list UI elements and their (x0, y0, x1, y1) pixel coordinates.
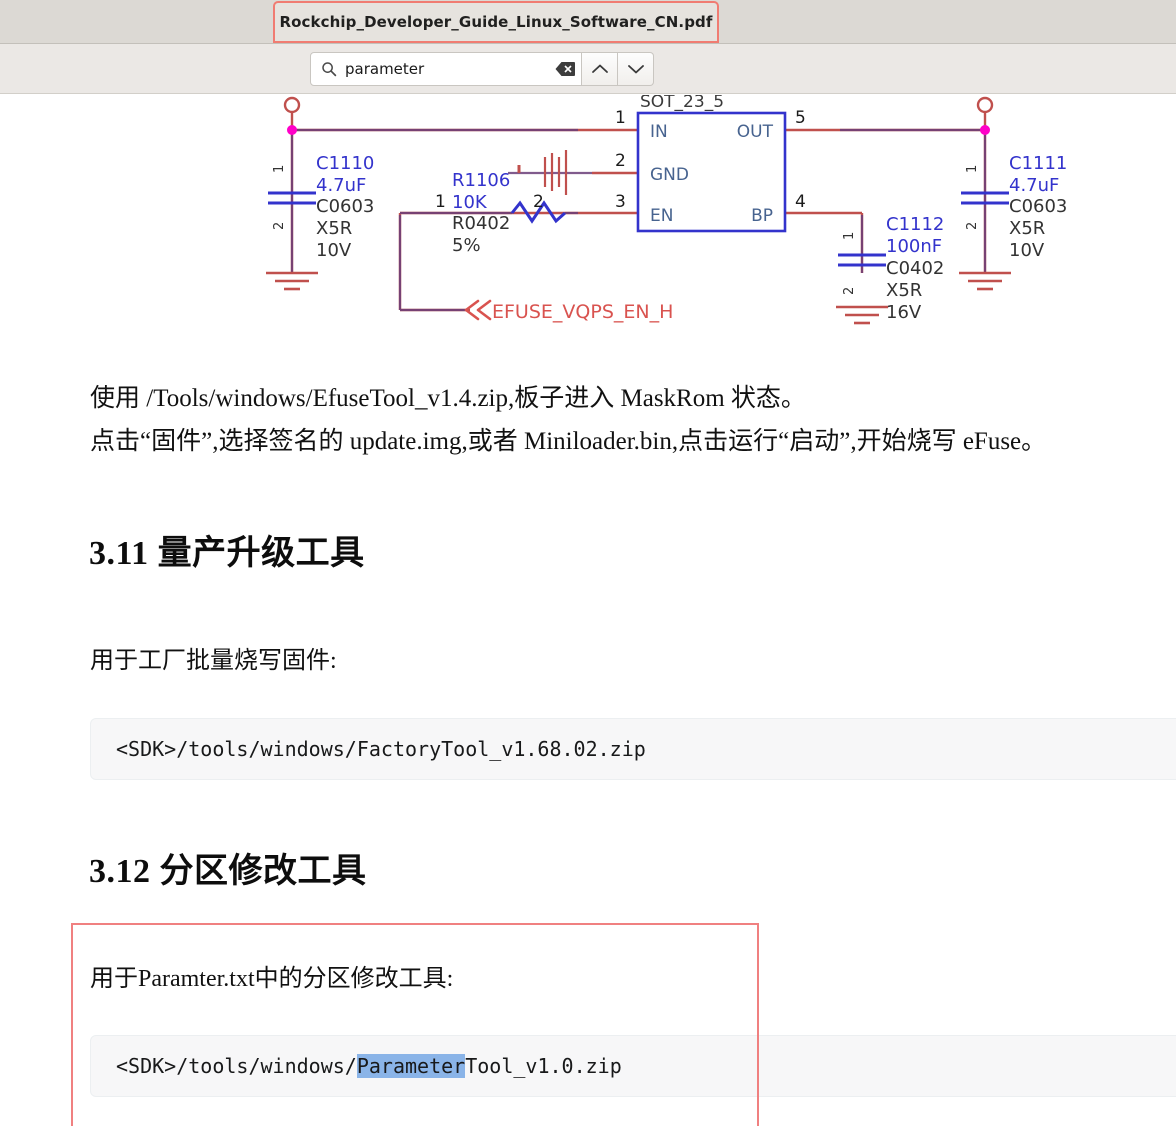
ic-package-label: SOT_23_5 (640, 95, 724, 112)
chevron-up-icon (591, 64, 608, 73)
c1110-value: 4.7uF (316, 175, 366, 196)
r1106-footprint: R0402 (452, 213, 510, 234)
find-previous-button[interactable] (582, 52, 618, 86)
search-icon (322, 62, 337, 77)
paragraph-efuse-tool: 使用 /Tools/windows/EfuseTool_v1.4.zip,板子进… (90, 385, 806, 412)
ground-symbol-right (959, 271, 1011, 291)
intro-3-12: 用于Paramter.txt中的分区修改工具: (90, 966, 454, 992)
c1112-pin1: 1 (842, 232, 857, 240)
code-block-parameter-tool[interactable]: <SDK>/tools/windows/ParameterTool_v1.0.z… (90, 1035, 1176, 1097)
r1106-ref: R1106 (452, 170, 510, 191)
ic-pin-number-5: 5 (795, 108, 806, 128)
code-prefix: <SDK>/tools/windows/ (116, 1054, 357, 1078)
ic-pin-number-2: 2 (615, 151, 626, 171)
c1110-ref: C1110 (316, 153, 374, 174)
c1111-value: 4.7uF (1009, 175, 1059, 196)
c1111-ref: C1111 (1009, 153, 1067, 174)
find-controls: parameter (310, 52, 654, 86)
ic-pin-gnd-label: GND (650, 165, 689, 185)
c1110-dielectric: X5R (316, 218, 352, 239)
search-match-highlight: Parameter (356, 1054, 466, 1078)
ic-pin-number-1: 1 (615, 108, 626, 128)
ic-pin-en-label: EN (650, 206, 673, 226)
r1106-value: 10K (452, 192, 488, 213)
net-label-group: EFUSE_VQPS_EN_H (464, 299, 673, 323)
net-label-text: EFUSE_VQPS_EN_H (492, 301, 673, 323)
chevron-down-icon (627, 65, 644, 74)
c1110-pin1: 1 (272, 165, 287, 173)
ic-pin-in-label: IN (650, 122, 668, 142)
junction-left (287, 125, 297, 135)
find-input[interactable]: parameter (345, 60, 555, 78)
schematic-figure: SOT_23_5 IN GND EN OUT BP 1 2 3 5 4 1 2 … (0, 95, 1176, 340)
capacitor-c1110: 1 2 C1110 4.7uF C0603 X5R 10V (268, 153, 374, 261)
paragraph-firmware-steps: 点击“固件”,选择签名的 update.img,或者 Miniloader.bi… (90, 428, 1047, 455)
r1106-pin1: 1 (435, 192, 446, 212)
find-toolbar: parameter (0, 44, 1176, 94)
r1106-pin2: 2 (533, 192, 544, 212)
c1111-footprint: C0603 (1009, 196, 1067, 217)
c1112-footprint: C0402 (886, 258, 944, 279)
c1112-value: 100nF (886, 236, 942, 257)
document-tab[interactable]: Rockchip_Developer_Guide_Linux_Software_… (273, 1, 719, 43)
capacitor-c1111: 1 2 C1111 4.7uF C0603 X5R 10V (961, 153, 1067, 261)
terminal-right (976, 96, 994, 114)
c1110-voltage: 10V (316, 240, 352, 261)
heading-3-12: 3.12 分区修改工具 (89, 853, 367, 890)
c1111-pin1: 1 (965, 165, 980, 173)
intro-3-11: 用于工厂批量烧写固件: (90, 648, 337, 674)
c1112-ref: C1112 (886, 214, 944, 235)
code-text-parameter-tool: <SDK>/tools/windows/ParameterTool_v1.0.z… (116, 1054, 622, 1078)
r1106-tolerance: 5% (452, 235, 481, 256)
ground-symbol-left (266, 271, 318, 291)
c1111-dielectric: X5R (1009, 218, 1045, 239)
browser-tab-bar: Rockchip_Developer_Guide_Linux_Software_… (0, 0, 1176, 44)
c1112-voltage: 16V (886, 302, 922, 323)
c1110-pin2: 2 (272, 222, 287, 230)
c1112-dielectric: X5R (886, 280, 922, 301)
code-text-factory-tool: <SDK>/tools/windows/FactoryTool_v1.68.02… (116, 737, 646, 761)
ground-symbol-c1112 (836, 305, 888, 325)
ic-pin-bp-label: BP (751, 206, 773, 226)
junction-right (980, 125, 990, 135)
c1111-pin2: 2 (965, 222, 980, 230)
clear-icon[interactable] (555, 61, 575, 77)
code-block-factory-tool[interactable]: <SDK>/tools/windows/FactoryTool_v1.68.02… (90, 718, 1176, 780)
c1112-pin2: 2 (842, 287, 857, 295)
code-suffix: Tool_v1.0.zip (465, 1054, 622, 1078)
ic-pin-out-label: OUT (737, 122, 774, 142)
find-next-button[interactable] (618, 52, 654, 86)
document-tab-label: Rockchip_Developer_Guide_Linux_Software_… (279, 13, 713, 31)
ic-pin-number-4: 4 (795, 192, 806, 212)
c1110-footprint: C0603 (316, 196, 374, 217)
ic-pin-number-3: 3 (615, 192, 626, 212)
terminal-left (283, 96, 301, 114)
heading-3-11: 3.11 量产升级工具 (89, 535, 365, 572)
schematic-svg: SOT_23_5 IN GND EN OUT BP 1 2 3 5 4 1 2 … (266, 95, 1067, 325)
find-input-container[interactable]: parameter (310, 52, 582, 86)
pdf-page: SOT_23_5 IN GND EN OUT BP 1 2 3 5 4 1 2 … (0, 95, 1176, 1126)
c1111-voltage: 10V (1009, 240, 1045, 261)
